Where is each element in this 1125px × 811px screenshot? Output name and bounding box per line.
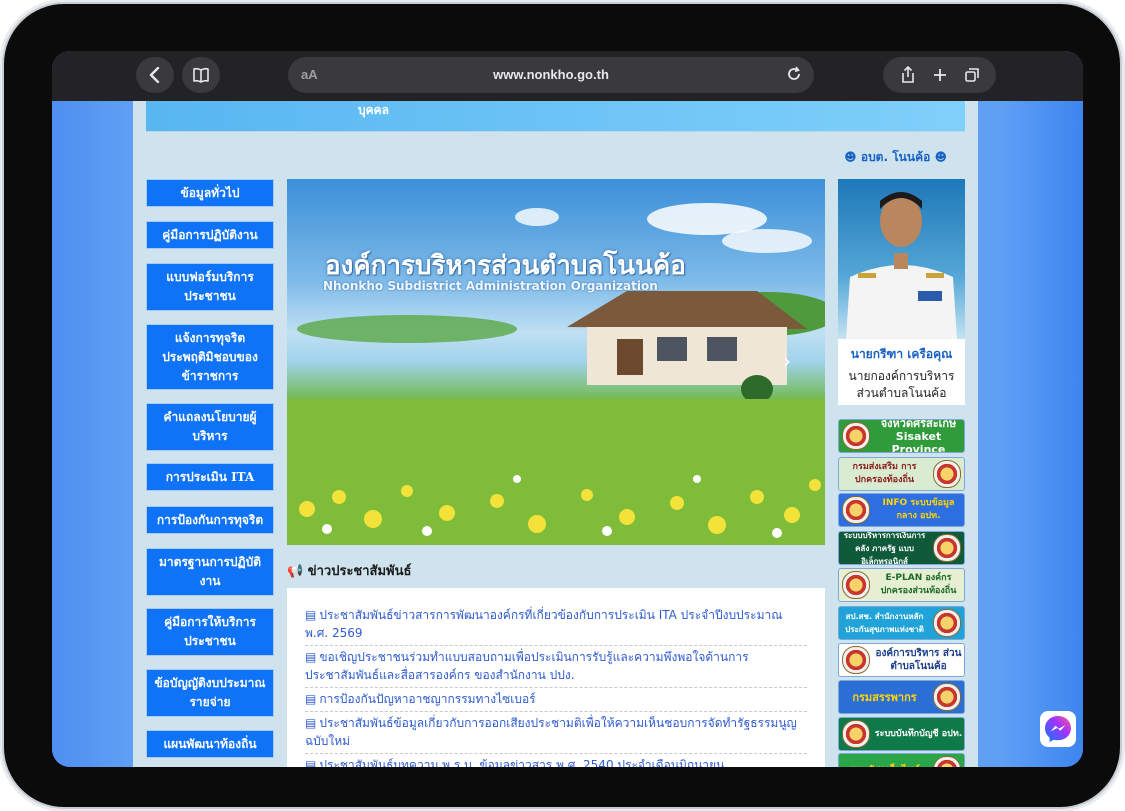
messenger-button[interactable]: [1040, 711, 1076, 747]
seal-icon: [933, 534, 961, 562]
menu-item-dev-plan[interactable]: แผนพัฒนาท้องถิ่น: [146, 730, 274, 758]
banner-link[interactable]: สอบพัสดุเว็บไซต์: [838, 753, 965, 767]
news-item[interactable]: ▤ ขอเชิญประชาชนร่วมทำแบบสอบถามเพื่อประเมิ…: [305, 648, 807, 688]
seal-icon: [933, 460, 961, 488]
tablet-frame: aA www.nonkho.go.th บุคคล ☻ อบต. โนนค้อ …: [4, 4, 1120, 807]
banner-link[interactable]: กรมส่งเสริม การปกครองท้องถิ่น: [838, 457, 965, 491]
seal-icon: [842, 720, 870, 748]
menu-item-anti-corruption[interactable]: การป้องกันการทุจริต: [146, 506, 274, 534]
reload-icon[interactable]: [786, 66, 802, 82]
banner-link[interactable]: จังหวัดศรีสะเกษ Sisaket Province: [838, 419, 965, 453]
menu-item-work-manual[interactable]: คู่มือการปฏิบัติงาน: [146, 221, 274, 249]
plus-icon[interactable]: [932, 66, 948, 84]
banner-text: สป.สช. สำนักงานหลักประกันสุขภาพแห่งชาติ: [845, 612, 924, 634]
newspaper-icon: ▤: [305, 758, 317, 767]
menu-item-service-forms[interactable]: แบบฟอร์มบริการประชาชน: [146, 263, 274, 311]
seal-icon: [933, 609, 961, 637]
mayor-photo: [838, 179, 965, 339]
news-item[interactable]: ▤ การป้องกันปัญหาอาชญากรรมทางไซเบอร์: [305, 690, 807, 712]
news-item[interactable]: ▤ ประชาสัมพันธ์ข้อมูลเกี่ยวกับการออกเสียง…: [305, 714, 807, 754]
hero-next-arrow[interactable]: ›: [783, 349, 791, 373]
menu-item-service-manual[interactable]: คู่มือการให้บริการประชาชน: [146, 608, 274, 656]
mayor-name: นายกรีฑา เครือคุณ: [850, 347, 953, 361]
banner-text: ระบบบริหารการเงินการคลัง ภาครัฐ แบบอิเล็…: [843, 531, 926, 565]
news-item[interactable]: ▤ ประชาสัมพันธ์บทความ พ.ร.บ. ข้อมูลข่าวสา…: [305, 756, 807, 767]
mayor-title: นายกองค์การบริหารส่วนตำบลโนนค้อ: [848, 369, 955, 400]
news-item[interactable]: ▤ ประชาสัมพันธ์ข่าวสารการพัฒนาองค์กรที่เก…: [305, 606, 807, 646]
share-icon[interactable]: [900, 66, 916, 84]
chevron-left-icon: [149, 67, 160, 83]
screen: aA www.nonkho.go.th บุคคล ☻ อบต. โนนค้อ …: [52, 51, 1083, 767]
seal-icon: [842, 496, 870, 524]
messenger-icon: [1045, 716, 1071, 742]
browser-toolbar: aA www.nonkho.go.th: [52, 51, 1083, 101]
back-button[interactable]: [136, 57, 174, 93]
menu-item-report-corruption[interactable]: แจ้งการทุจริต ประพฤติมิชอบของข้าราชการ: [146, 324, 274, 390]
banner-text: E-PLAN องค์กรปกครองส่วนท้องถิ่น: [880, 573, 957, 596]
news-heading-text: ข่าวประชาสัมพันธ์: [307, 564, 412, 579]
newspaper-icon: ▤: [305, 650, 317, 664]
banner-text: องค์การบริหาร ส่วนตำบลโนนค้อ: [875, 648, 962, 672]
banner-link[interactable]: ระบบบริหารการเงินการคลัง ภาครัฐ แบบอิเล็…: [838, 531, 965, 565]
banner-link[interactable]: สป.สช. สำนักงานหลักประกันสุขภาพแห่งชาติ: [838, 606, 965, 640]
banner-text: INFO ระบบข้อมูลกลาง อปท.: [882, 498, 955, 521]
hero-subtitle: Nhonkho Subdistrict Administration Organ…: [323, 279, 658, 293]
banner-text: ระบบบันทึกบัญชี อปท.: [874, 728, 963, 739]
seal-icon: [842, 422, 870, 450]
banner-text: จังหวัดศรีสะเกษ Sisaket Province: [880, 419, 957, 453]
menu-item-ita[interactable]: การประเมิน ITA: [146, 463, 274, 491]
org-tag: ☻ อบต. โนนค้อ ☻: [844, 150, 947, 164]
book-icon: [193, 67, 209, 83]
banner-link[interactable]: องค์การบริหาร ส่วนตำบลโนนค้อ: [838, 643, 965, 677]
banner-link[interactable]: INFO ระบบข้อมูลกลาง อปท.: [838, 493, 965, 527]
seal-icon: [842, 646, 870, 674]
page-container: บุคคล ☻ อบต. โนนค้อ ☻ ข้อมูลทั่วไป คู่มื…: [133, 101, 978, 767]
banner-text: กรมสรรพากร: [852, 690, 917, 704]
seal-icon: [933, 756, 961, 767]
banner-text: สอบพัสดุเว็บไซต์: [839, 764, 930, 768]
news-heading: 📢 ข่าวประชาสัมพันธ์: [287, 560, 411, 581]
top-band: บุคคล: [146, 101, 965, 132]
reader-button[interactable]: [182, 57, 220, 93]
hero-scene: [287, 203, 825, 545]
menu-item-budget[interactable]: ข้อบัญญัติงบประมาณรายจ่าย: [146, 669, 274, 717]
actions-group: [883, 57, 996, 93]
newspaper-icon: ▤: [305, 692, 317, 706]
menu-item-standards[interactable]: มาตรฐานการปฏิบัติงาน: [146, 548, 274, 596]
newspaper-icon: ▤: [305, 608, 317, 622]
seal-icon: [842, 571, 870, 599]
megaphone-icon: 📢: [287, 564, 304, 579]
banner-text: กรมส่งเสริม การปกครองท้องถิ่น: [852, 462, 917, 485]
banner-link[interactable]: กรมสรรพากร: [838, 680, 965, 714]
tabs-icon[interactable]: [964, 66, 980, 84]
seal-icon: [933, 683, 961, 711]
url-text: www.nonkho.go.th: [493, 67, 609, 82]
news-list: ▤ ประชาสัมพันธ์ข่าวสารการพัฒนาองค์กรที่เก…: [287, 588, 825, 767]
menu-item-policy-statement[interactable]: คำแถลงนโยบายผู้บริหาร: [146, 403, 274, 451]
hero-slideshow[interactable]: องค์การบริหารส่วนตำบลโนนค้อ Nhonkho Subd…: [287, 179, 825, 545]
banner-link[interactable]: ระบบบันทึกบัญชี อปท.: [838, 717, 965, 751]
newspaper-icon: ▤: [305, 716, 317, 730]
address-bar[interactable]: aA www.nonkho.go.th: [288, 57, 814, 93]
menu-item-general-info[interactable]: ข้อมูลทั่วไป: [146, 179, 274, 207]
mayor-card: นายกรีฑา เครือคุณ นายกองค์การบริหารส่วนต…: [838, 179, 965, 405]
top-band-text[interactable]: บุคคล: [358, 101, 389, 120]
banner-link[interactable]: E-PLAN องค์กรปกครองส่วนท้องถิ่น: [838, 568, 965, 602]
